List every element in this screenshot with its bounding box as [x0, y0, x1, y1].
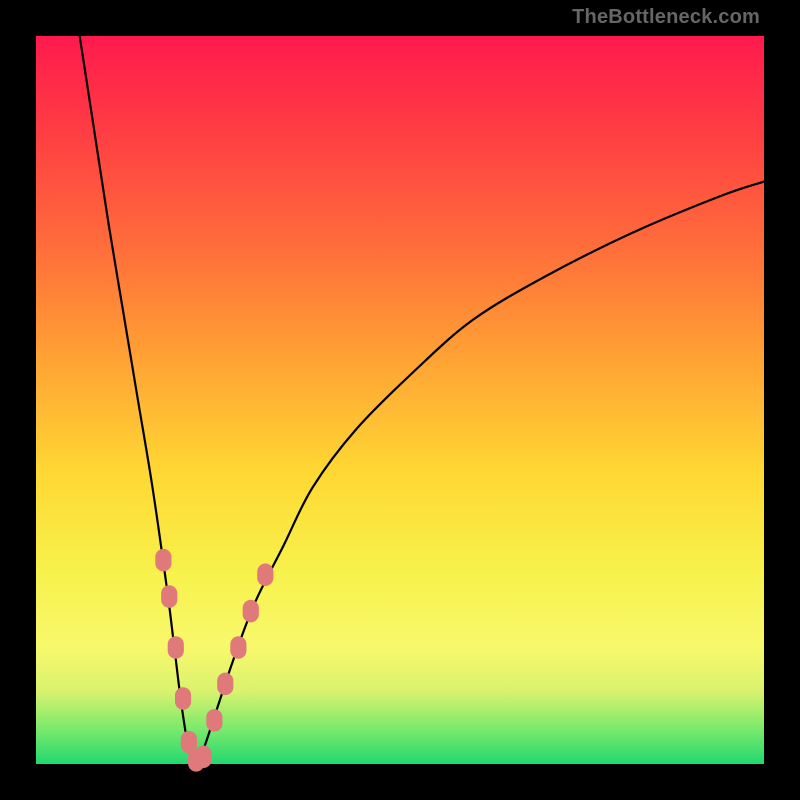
highlight-marker — [195, 745, 211, 768]
highlight-marker — [175, 687, 191, 710]
highlight-marker — [257, 563, 273, 586]
chart-frame: TheBottleneck.com — [0, 0, 800, 800]
highlight-marker — [168, 636, 184, 659]
highlight-marker — [243, 600, 259, 623]
watermark-text: TheBottleneck.com — [572, 6, 760, 29]
highlight-markers — [155, 549, 273, 772]
highlight-marker — [206, 709, 222, 732]
plot-area — [36, 36, 764, 764]
highlight-marker — [230, 636, 246, 659]
highlight-marker — [161, 585, 177, 608]
chart-svg — [36, 36, 764, 764]
highlight-marker — [155, 549, 171, 572]
highlight-marker — [217, 673, 233, 696]
